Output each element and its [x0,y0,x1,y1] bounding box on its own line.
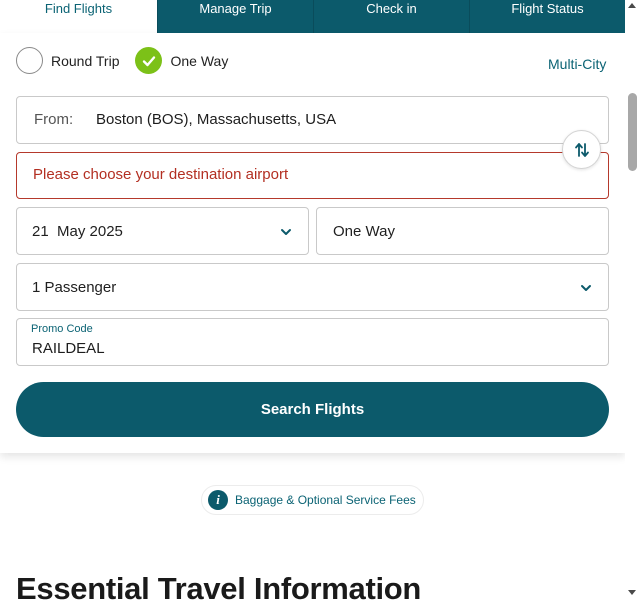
multi-city-link[interactable]: Multi-City [548,56,606,72]
tab-flight-status[interactable]: Flight Status [469,0,625,33]
scroll-up-arrow-icon[interactable] [628,3,636,8]
round-trip-radio[interactable] [16,47,43,74]
from-label: From: [34,111,74,128]
round-trip-label[interactable]: Round Trip [51,53,119,69]
search-flights-button[interactable]: Search Flights [16,382,609,437]
info-icon: i [208,490,228,510]
swap-airports-button[interactable] [562,130,601,169]
page-scrollbar[interactable] [625,0,640,602]
passengers-value: 1 Passenger [32,279,117,296]
departure-date-field[interactable]: 21 May 2025 [16,207,309,255]
date-day: 21 [32,223,49,240]
to-airport-field[interactable]: Please choose your destination airport [16,152,609,199]
booking-tabs: Find Flights Manage Trip Check in Flight… [0,0,625,33]
tab-check-in[interactable]: Check in [313,0,469,33]
checkmark-icon [142,55,156,66]
essential-travel-heading: Essential Travel Information [16,571,422,602]
promo-code-label: Promo Code [31,323,93,335]
one-way-radio[interactable] [135,47,163,74]
baggage-fees-link[interactable]: i Baggage & Optional Service Fees [201,485,424,515]
scrollbar-thumb[interactable] [628,93,637,171]
from-value: Boston (BOS), Massachusetts, USA [96,111,337,128]
destination-error-message: Please choose your destination airport [33,166,289,183]
one-way-label[interactable]: One Way [170,53,228,69]
promo-code-field[interactable]: Promo Code RAILDEAL [16,318,609,366]
from-airport-field[interactable]: From: Boston (BOS), Massachusetts, USA [16,96,609,144]
chevron-down-icon [581,285,591,291]
scroll-down-arrow-icon[interactable] [628,590,636,595]
promo-code-value: RAILDEAL [32,340,105,357]
tab-manage-trip[interactable]: Manage Trip [157,0,313,33]
passengers-select[interactable]: 1 Passenger [16,263,609,311]
return-date-field[interactable]: One Way [316,207,609,255]
tab-find-flights[interactable]: Find Flights [0,0,157,33]
chevron-down-icon [281,229,291,235]
date-month-year: May 2025 [57,223,123,240]
swap-arrows-icon [574,142,589,157]
return-value: One Way [333,223,395,240]
baggage-fees-label: Baggage & Optional Service Fees [235,493,416,507]
trip-type-selector: Round Trip One Way [16,47,228,74]
